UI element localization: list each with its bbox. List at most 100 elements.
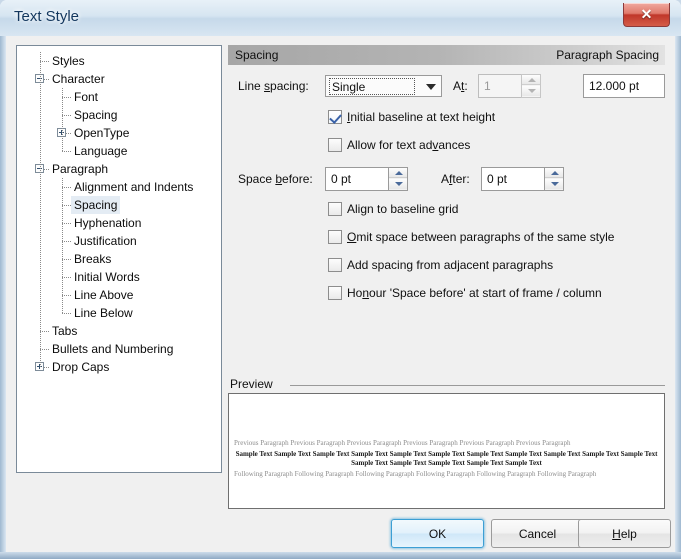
help-button[interactable]: Help [578, 519, 671, 548]
dialog-client-area: Styles Character Font Spacing OpenType Langua… [6, 36, 675, 552]
tree-item-label: Breaks [74, 252, 112, 266]
tree-item-label: Justification [74, 234, 137, 248]
space-after-value: 0 pt [487, 172, 508, 186]
section-header: Spacing Paragraph Spacing [228, 45, 665, 65]
tree-item[interactable]: Tabs [17, 322, 221, 340]
tree-item-label: Hyphenation [74, 216, 142, 230]
at-spinner[interactable]: 1 [478, 74, 541, 98]
space-before-spinner[interactable]: 0 pt [325, 167, 408, 191]
tree-item-label: Alignment and Indents [74, 180, 194, 194]
checkbox-allow-text-advances-box[interactable] [328, 138, 342, 152]
tree-connector [40, 331, 49, 332]
tree-root: Styles Character Font Spacing OpenType Langua… [17, 46, 221, 376]
ok-button[interactable]: OK [391, 519, 484, 548]
tree-rail [40, 52, 41, 367]
section-header-right: Paragraph Spacing [556, 48, 659, 62]
window-title: Text Style [14, 8, 80, 25]
space-before-spinner-buttons[interactable] [388, 167, 408, 191]
cancel-button[interactable]: Cancel [491, 519, 584, 548]
tree-item[interactable]: Drop Caps [17, 358, 221, 376]
tree-connector [62, 187, 71, 188]
spacing-settings-panel: Spacing Paragraph Spacing Line spacing: … [228, 45, 665, 300]
preview-following-paragraph: Following Paragraph Following Paragraph … [234, 470, 597, 478]
tree-connector [40, 349, 49, 350]
space-after-spinner[interactable]: 0 pt [481, 167, 564, 191]
line-spacing-combobox[interactable]: Single [325, 75, 442, 97]
tree-item[interactable]: Breaks [17, 250, 221, 268]
tree-item[interactable]: Justification [17, 232, 221, 250]
tree-item[interactable]: Character [17, 70, 221, 88]
space-after-label-wrap: After: [441, 172, 470, 186]
computed-spacing-field: 12.000 pt [583, 74, 665, 98]
tree-item[interactable]: Language [17, 142, 221, 160]
tree-item-label: Drop Caps [52, 360, 110, 374]
tree-item-label: Line Below [74, 306, 133, 320]
preview-sample-text: Sample Text Sample Text Sample Text Samp… [235, 450, 658, 467]
checkbox-omit-space-label: Omit space between paragraphs of the sam… [347, 230, 615, 244]
tree-item[interactable]: Spacing [17, 106, 221, 124]
space-before-spinner-down-icon[interactable] [389, 179, 407, 189]
tree-item[interactable]: Spacing [17, 196, 221, 214]
tree-item[interactable]: Line Below [17, 304, 221, 322]
computed-spacing-value: 12.000 pt [589, 79, 640, 93]
tree-item[interactable]: Bullets and Numbering [17, 340, 221, 358]
tree-connector [62, 241, 71, 242]
close-icon: ✕ [640, 6, 653, 22]
window-frame-right [675, 36, 681, 559]
space-after-spinner-buttons[interactable] [544, 167, 564, 191]
tree-item-label: Line Above [74, 288, 134, 302]
tree-item[interactable]: OpenType [17, 124, 221, 142]
at-spinner-buttons[interactable] [521, 74, 541, 98]
window-frame-bottom [0, 552, 681, 559]
preview-previous-paragraph: Previous Paragraph Previous Paragraph Pr… [234, 439, 571, 447]
tree-item[interactable]: Paragraph [17, 160, 221, 178]
space-after-spinner-up-icon[interactable] [545, 168, 563, 178]
at-label-wrap: At: [453, 79, 468, 93]
at-value: 1 [484, 79, 491, 93]
tree-item-label: OpenType [74, 126, 130, 140]
tree-connector [62, 115, 71, 116]
tree-item[interactable]: Styles [17, 52, 221, 70]
tree-item-label: Styles [52, 54, 85, 68]
tree-item-label: Font [74, 90, 99, 104]
tree-connector [62, 295, 71, 296]
space-before-spinner-up-icon[interactable] [389, 168, 407, 178]
space-before-value: 0 pt [331, 172, 352, 186]
checkbox-align-baseline-grid-box[interactable] [328, 202, 342, 216]
section-header-left: Spacing [235, 48, 279, 62]
checkbox-align-baseline-grid-label: Align to baseline grid [347, 202, 459, 216]
tree-item[interactable]: Line Above [17, 286, 221, 304]
space-before-label: Space before: [238, 172, 313, 186]
at-spinner-down-icon[interactable] [522, 86, 540, 96]
space-after-label: After: [441, 172, 470, 186]
space-before-label-wrap: Space before: [238, 172, 313, 186]
tree-item-label: Spacing [71, 196, 121, 214]
checkbox-omit-space-box[interactable] [328, 230, 342, 244]
at-label: At: [453, 79, 468, 93]
tree-connector [62, 277, 71, 278]
tree-connector [62, 205, 71, 206]
space-after-spinner-down-icon[interactable] [545, 179, 563, 189]
title-bar[interactable]: Text Style ✕ [0, 0, 681, 36]
tree-item[interactable]: Font [17, 88, 221, 106]
tree-connector [62, 313, 71, 314]
at-spinner-up-icon[interactable] [522, 75, 540, 85]
tree-item-label: Paragraph [52, 162, 109, 176]
close-button[interactable]: ✕ [623, 3, 670, 27]
checkbox-initial-baseline-label: Initial baseline at text height [347, 110, 496, 124]
preview-divider [290, 385, 665, 386]
checkbox-honour-space-before-box[interactable] [328, 286, 342, 300]
preview-group: Preview Previous Paragraph Previous Para… [228, 377, 665, 509]
tree-item-label: Character [52, 72, 105, 86]
line-spacing-row: Line spacing: [238, 79, 309, 93]
tree-item[interactable]: Alignment and Indents [17, 178, 221, 196]
chevron-down-icon [426, 84, 436, 90]
style-category-tree[interactable]: Styles Character Font Spacing OpenType Langua… [16, 45, 222, 473]
checkbox-initial-baseline-box[interactable] [328, 110, 342, 124]
tree-item-label: Tabs [52, 324, 78, 338]
checkbox-add-spacing-adjacent-box[interactable] [328, 258, 342, 272]
tree-item[interactable]: Hyphenation [17, 214, 221, 232]
tree-item-label: Bullets and Numbering [52, 342, 174, 356]
checkbox-add-spacing-adjacent-label: Add spacing from adjacent paragraphs [347, 258, 554, 272]
tree-item[interactable]: Initial Words [17, 268, 221, 286]
